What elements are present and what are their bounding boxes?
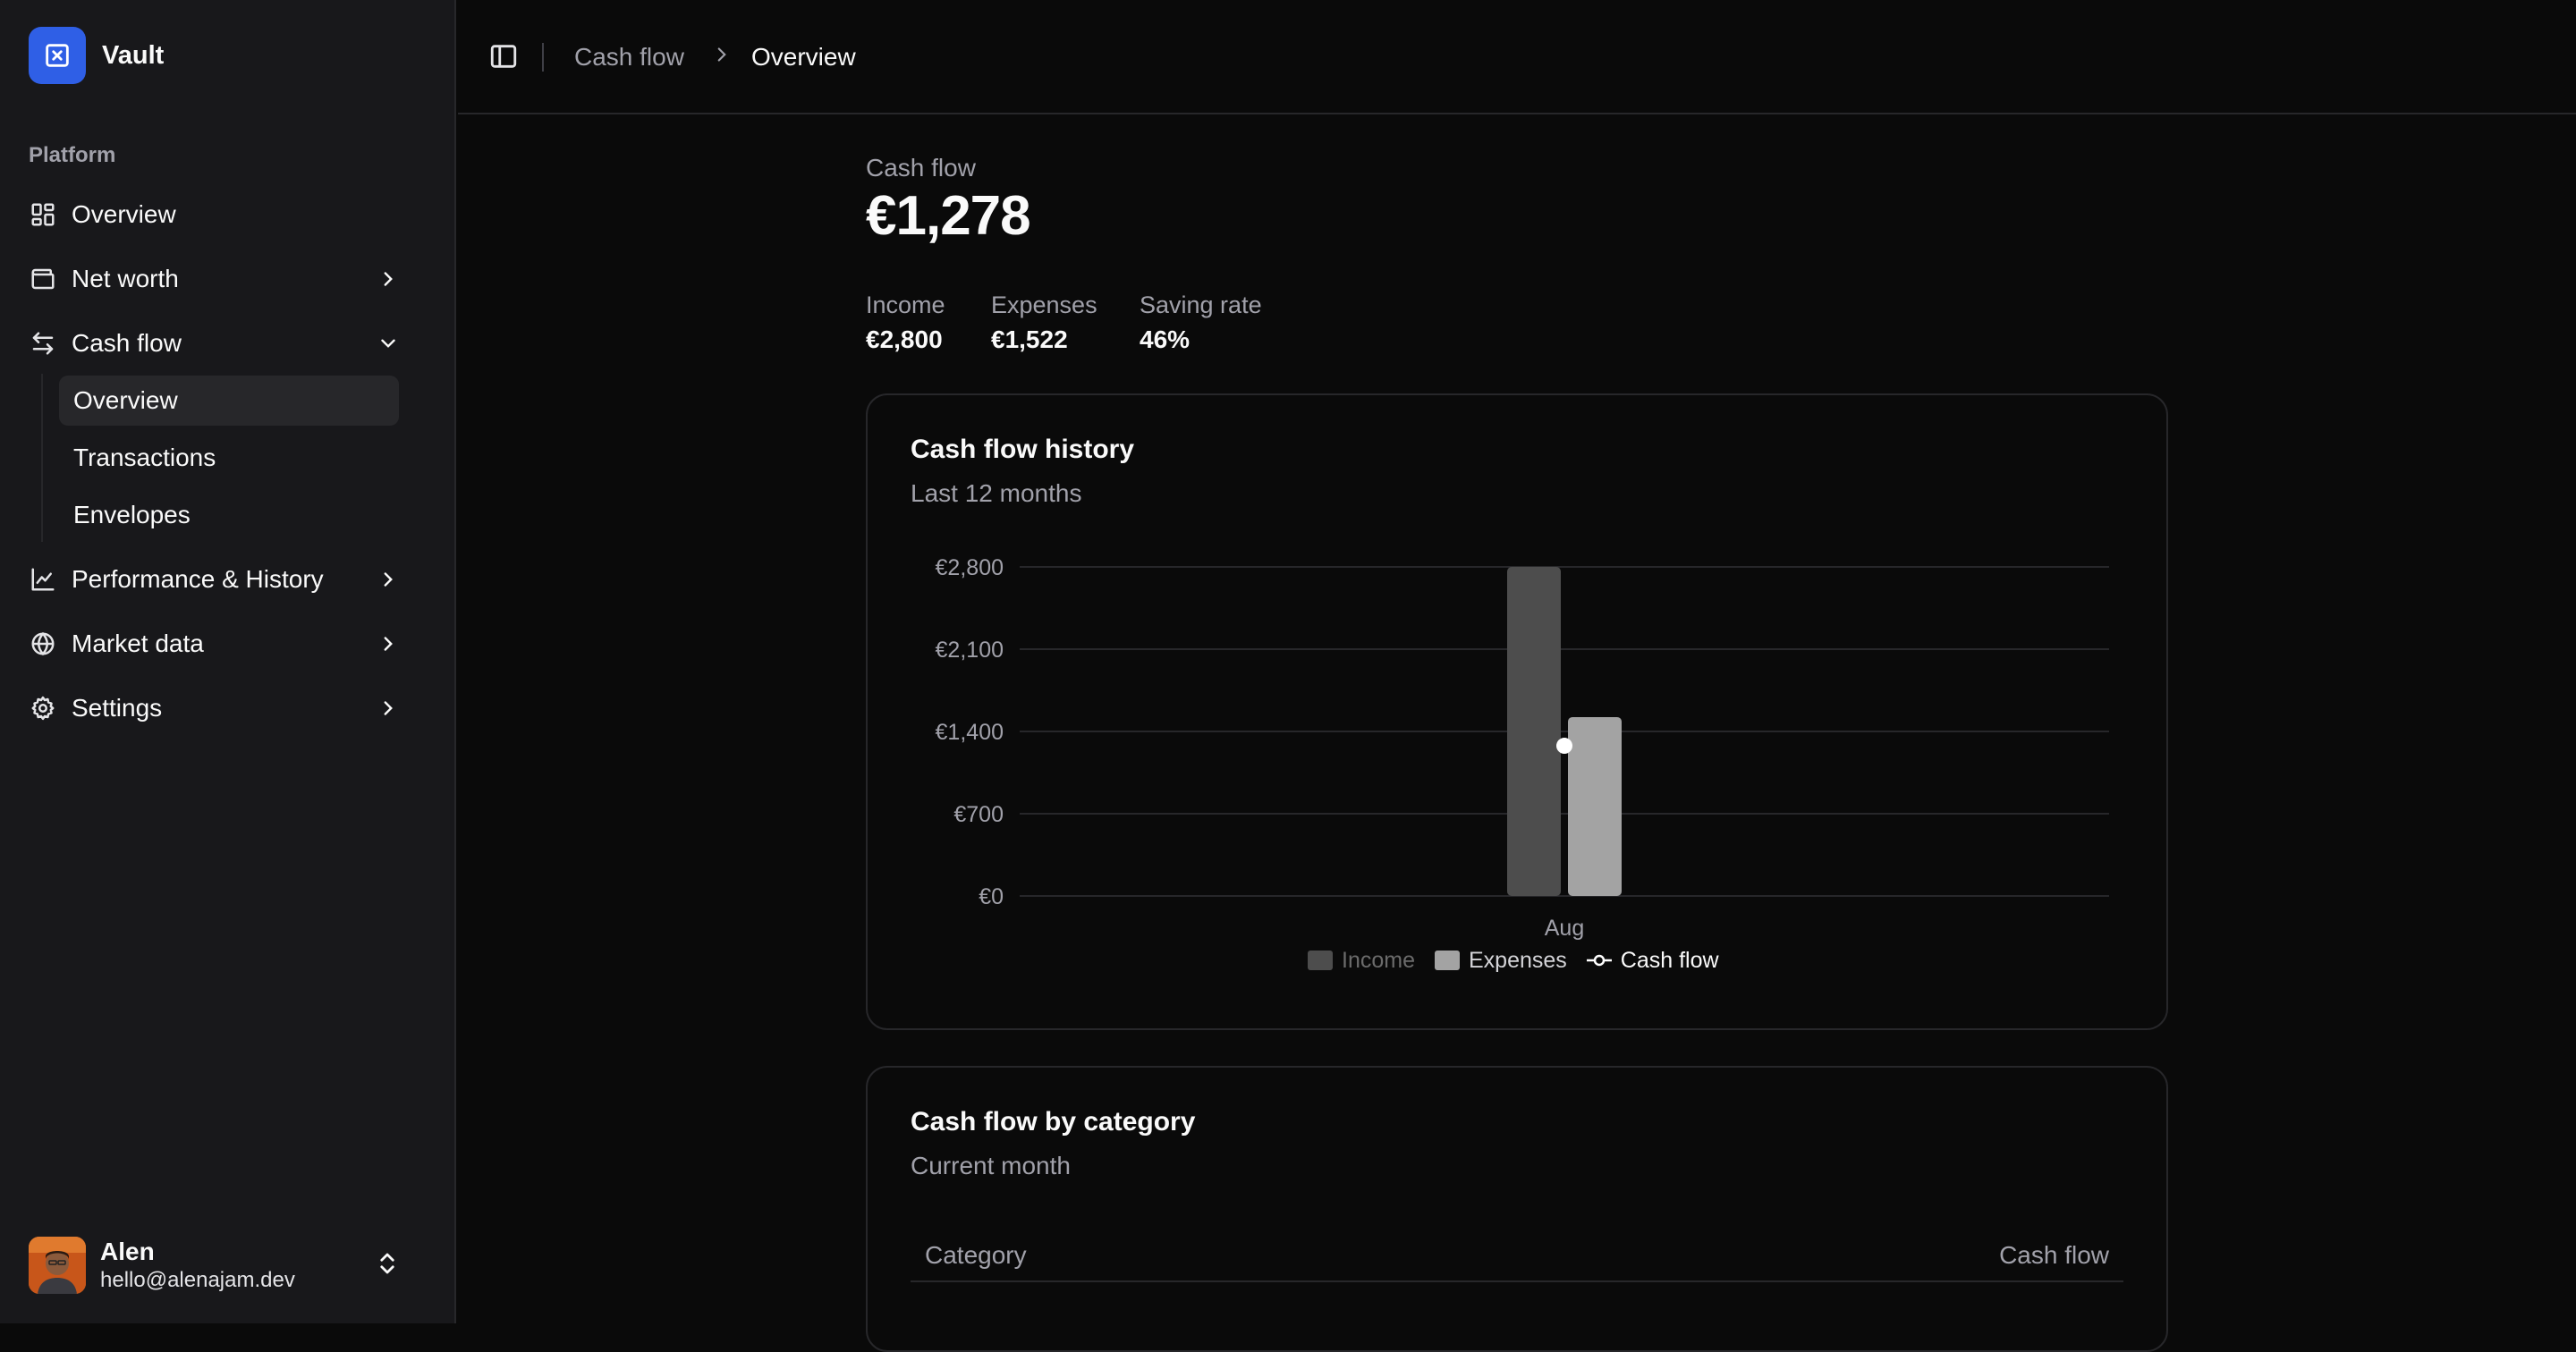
nav-group-label: Platform — [29, 143, 116, 167]
sidebar: Vault Platform Overview Net worth Cash f… — [0, 0, 456, 1323]
point-cash-flow — [1556, 738, 1572, 755]
user-menu[interactable]: Alen hello@alenajam.dev — [29, 1236, 428, 1295]
sidebar-subitem-overview[interactable]: Overview — [59, 376, 399, 426]
summary-label: Cash flow — [866, 154, 976, 182]
avatar — [29, 1237, 86, 1294]
y-tick-label: €700 — [953, 802, 1004, 827]
stat-expenses: Expenses €1,522 — [991, 290, 1097, 356]
wallet-icon — [29, 265, 57, 293]
stat-value: €2,800 — [866, 325, 943, 353]
sidebar-item-net-worth[interactable]: Net worth — [29, 254, 428, 304]
legend-item-income[interactable]: Income — [1308, 948, 1415, 974]
x-tick-label: Aug — [1545, 916, 1584, 941]
stat-income: Income €2,800 — [866, 290, 945, 356]
y-tick-label: €2,100 — [936, 638, 1004, 663]
legend-label: Cash flow — [1620, 947, 1719, 973]
sidebar-item-label: Net worth — [72, 265, 179, 292]
stat-label: Income — [866, 292, 945, 318]
brand-name: Vault — [102, 40, 165, 70]
breadcrumb-current: Overview — [751, 43, 856, 71]
stat-label: Expenses — [991, 292, 1097, 318]
sidebar-item-settings[interactable]: Settings — [29, 683, 428, 733]
sidebar-subitem-transactions[interactable]: Transactions — [59, 433, 399, 483]
breadcrumb-parent[interactable]: Cash flow — [574, 41, 684, 73]
stat-value: 46% — [1140, 325, 1191, 353]
sidebar-item-label: Settings — [72, 694, 163, 722]
bar-expenses — [1568, 716, 1622, 896]
sidebar-item-label: Overview — [72, 200, 176, 228]
card-title: Cash flow by category — [911, 1107, 1196, 1137]
brand[interactable]: Vault — [29, 27, 164, 84]
chart-legend: Income Expenses Cash flow — [1308, 944, 1719, 976]
arrows-left-right-icon — [29, 329, 57, 358]
legend-swatch — [1308, 951, 1333, 970]
stat-label: Saving rate — [1140, 292, 1262, 318]
top-header: Cash flow Overview — [458, 0, 2576, 114]
line-chart-icon — [29, 565, 57, 594]
layout-grid-icon — [29, 200, 57, 229]
user-name: Alen — [100, 1238, 155, 1265]
legend-item-cash-flow[interactable]: Cash flow — [1586, 947, 1719, 974]
bar-income — [1507, 567, 1561, 896]
sidebar-item-label: Cash flow — [72, 329, 182, 357]
globe-icon — [29, 630, 57, 658]
chevrons-up-down-icon — [374, 1250, 402, 1279]
y-tick-label: €0 — [979, 884, 1004, 909]
chevron-down-icon — [374, 329, 402, 358]
sidebar-item-label: Performance & History — [72, 565, 324, 593]
table-header: Category Cash flow — [911, 1236, 2123, 1282]
y-tick-label: €2,800 — [936, 555, 1004, 580]
stat-value: €1,522 — [991, 325, 1068, 353]
sidebar-subitem-envelopes[interactable]: Envelopes — [59, 490, 399, 540]
close-square-icon — [29, 27, 86, 84]
chevron-right-icon — [374, 630, 402, 658]
sidebar-item-market-data[interactable]: Market data — [29, 619, 428, 669]
legend-line-marker — [1586, 954, 1612, 967]
sidebar-item-cash-flow[interactable]: Cash flow — [29, 318, 428, 368]
legend-label: Expenses — [1468, 947, 1567, 973]
cash-flow-by-category-card: Cash flow by category Current month Cate… — [866, 1066, 2168, 1352]
header-divider — [542, 43, 544, 72]
cash-flow-history-card: Cash flow history Last 12 months €0 €700 €… — [866, 393, 2168, 1030]
sidebar-item-overview[interactable]: Overview — [29, 190, 428, 240]
column-header-cash-flow[interactable]: Cash flow — [1999, 1241, 2109, 1270]
legend-item-expenses[interactable]: Expenses — [1434, 947, 1567, 974]
summary-value: €1,278 — [866, 185, 1031, 247]
chevron-right-icon — [374, 694, 402, 722]
sidebar-item-performance-history[interactable]: Performance & History — [29, 554, 428, 604]
column-header-category[interactable]: Category — [925, 1241, 1027, 1270]
legend-label: Income — [1342, 947, 1415, 973]
sidebar-toggle-icon[interactable] — [488, 41, 521, 73]
stat-saving-rate: Saving rate 46% — [1140, 290, 1262, 356]
gear-icon — [29, 694, 57, 722]
sidebar-item-label: Market data — [72, 630, 204, 657]
cash-flow-chart: €0 €700 €1,400 €2,100 €2,800 Aug — [936, 555, 2109, 941]
legend-swatch — [1434, 951, 1460, 970]
submenu-guide-line — [41, 374, 43, 542]
user-email: hello@alenajam.dev — [100, 1268, 295, 1292]
card-subtitle: Current month — [911, 1152, 1071, 1179]
chevron-right-icon — [374, 265, 402, 293]
chevron-right-icon — [710, 43, 739, 72]
y-tick-label: €1,400 — [936, 720, 1004, 745]
chevron-right-icon — [374, 565, 402, 594]
